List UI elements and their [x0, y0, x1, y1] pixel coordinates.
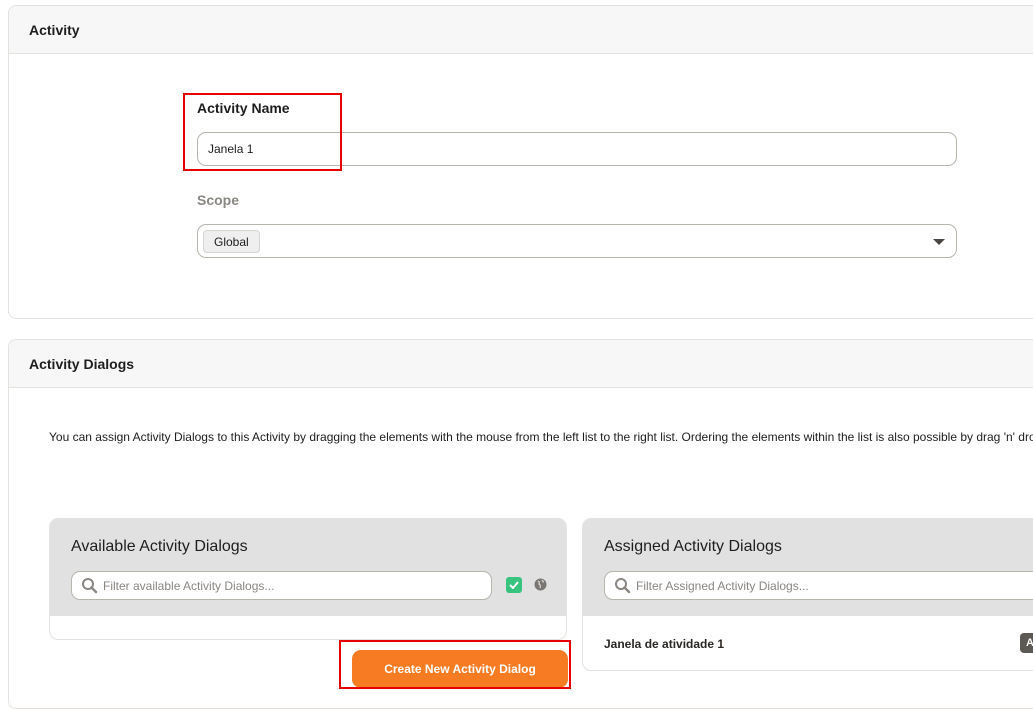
- assign-description: You can assign Activity Dialogs to this …: [49, 430, 1033, 444]
- search-icon: [615, 578, 631, 594]
- globe-icon[interactable]: [534, 578, 547, 591]
- available-dialogs-list: Available Activity Dialogs Filter availa…: [49, 518, 567, 640]
- available-dialogs-title: Available Activity Dialogs: [71, 538, 248, 555]
- scope-label: Scope: [197, 192, 240, 208]
- available-filter-placeholder: Filter available Activity Dialogs...: [103, 578, 275, 593]
- checkbox-icon[interactable]: [506, 577, 522, 593]
- activity-widget: Activity Activity Name Janela 1 Scope Gl…: [8, 5, 1033, 319]
- activity-name-value: Janela 1: [208, 142, 254, 156]
- item-badge: A: [1020, 633, 1033, 653]
- create-new-activity-dialog-button[interactable]: Create New Activity Dialog: [352, 650, 568, 688]
- assigned-filter-input[interactable]: Filter Assigned Activity Dialogs...: [604, 571, 1033, 600]
- assigned-dialogs-title: Assigned Activity Dialogs: [604, 538, 782, 555]
- list-item[interactable]: Janela de atividade 1: [604, 637, 724, 651]
- available-filter-input[interactable]: Filter available Activity Dialogs...: [71, 571, 492, 600]
- scope-chip-global[interactable]: Global: [203, 230, 260, 253]
- chevron-down-icon[interactable]: [933, 239, 945, 245]
- scope-select[interactable]: Global: [197, 224, 957, 258]
- activity-name-input[interactable]: Janela 1: [197, 132, 957, 166]
- assigned-filter-placeholder: Filter Assigned Activity Dialogs...: [636, 578, 809, 593]
- search-icon: [82, 578, 98, 594]
- activity-name-label: Activity Name: [197, 100, 290, 116]
- activity-dialogs-widget: Activity Dialogs You can assign Activity…: [8, 339, 1033, 709]
- assigned-dialogs-list: Assigned Activity Dialogs Filter Assigne…: [582, 518, 1033, 671]
- activity-dialogs-widget-title: Activity Dialogs: [9, 340, 1033, 388]
- activity-widget-title: Activity: [9, 6, 1033, 54]
